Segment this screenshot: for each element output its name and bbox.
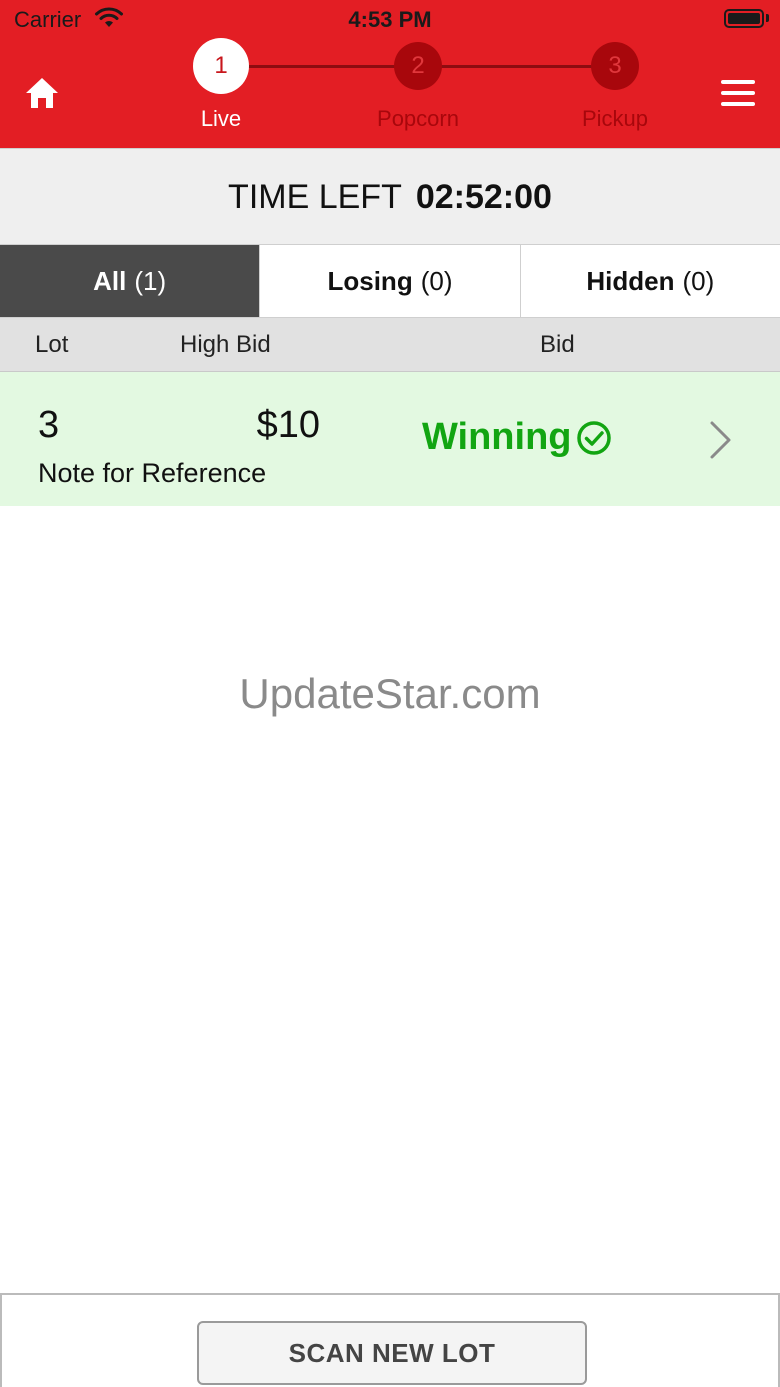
time-left-label: TIME LEFT: [228, 177, 402, 216]
lot-note: Note for Reference: [38, 458, 267, 488]
bottom-action-bar: SCAN NEW LOT: [0, 1293, 780, 1387]
lot-row[interactable]: 3 Note for Reference $10 Winning: [0, 372, 780, 506]
column-header: Lot High Bid Bid: [0, 318, 780, 372]
column-lot: Lot: [35, 331, 69, 358]
time-left-value: 02:52:00: [415, 177, 552, 216]
chevron-right-icon: [710, 421, 731, 459]
lot-high-bid: $10: [256, 404, 320, 446]
step-live-number: 1: [214, 52, 228, 79]
step-live-circle[interactable]: 1: [193, 38, 249, 94]
step-pickup-number: 3: [608, 52, 622, 79]
column-high-bid: High Bid: [180, 331, 271, 358]
step-pickup-circle[interactable]: 3: [591, 42, 639, 90]
scan-new-lot-button[interactable]: SCAN NEW LOT: [197, 1321, 587, 1385]
step-popcorn-circle[interactable]: 2: [394, 42, 442, 90]
tab-hidden-label: Hidden: [586, 265, 675, 296]
time-left-bar: TIME LEFT 02:52:00: [0, 148, 780, 245]
status-bar: Carrier 4:53 PM: [0, 0, 780, 40]
tab-all[interactable]: All (1): [0, 245, 261, 317]
step-live-label: Live: [200, 106, 242, 131]
tab-hidden-count: (0): [682, 265, 715, 296]
step-pickup-label: Pickup: [581, 106, 649, 131]
check-circle-icon: [576, 420, 611, 455]
column-bid: Bid: [540, 331, 575, 358]
battery-nub: [766, 14, 769, 22]
tab-hidden[interactable]: Hidden (0): [520, 245, 780, 317]
tab-all-label: All: [93, 265, 127, 296]
watermark-text: UpdateStar.com: [239, 670, 541, 717]
tab-losing-count: (0): [420, 265, 453, 296]
step-connector-1: [248, 65, 418, 68]
home-icon[interactable]: [24, 76, 60, 110]
lot-status-text: Winning: [422, 416, 572, 458]
step-popcorn-label: Popcorn: [377, 106, 459, 131]
lot-bid-status: Winning: [422, 416, 612, 459]
step-connector-2: [418, 65, 614, 68]
app-header: Carrier 4:53 PM 1 2 3 Live Popcorn Picku…: [0, 0, 780, 148]
tab-losing[interactable]: Losing (0): [260, 245, 521, 317]
tab-all-count: (1): [134, 265, 167, 296]
lot-number: 3: [38, 404, 60, 446]
step-popcorn-number: 2: [411, 52, 425, 79]
battery-icon: [724, 9, 764, 28]
tab-losing-label: Losing: [327, 265, 413, 296]
status-time: 4:53 PM: [348, 7, 432, 32]
filter-tabs: All (1) Losing (0) Hidden (0): [0, 244, 780, 318]
hamburger-menu-icon[interactable]: [721, 80, 757, 106]
